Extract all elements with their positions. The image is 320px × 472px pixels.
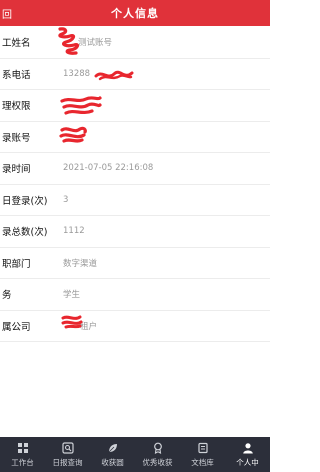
search-report-icon <box>61 441 74 454</box>
info-row-permission: 理权限 <box>0 90 270 122</box>
tab-label: 收获圆 <box>101 457 124 467</box>
back-button[interactable]: 回 <box>2 6 12 21</box>
info-row-position: 务 学生 <box>0 279 270 311</box>
tab-daily-report[interactable]: 日报查询 <box>45 437 90 472</box>
medal-icon <box>153 442 162 454</box>
top-header: 回 个人信息 <box>0 0 270 26</box>
redaction-scribble-name <box>58 27 80 55</box>
tab-harvest-circle[interactable]: 收获圆 <box>90 437 135 472</box>
profile-info-list: 工姓名 测试账号 系电话 13288 理权限 录账号 录时间 2021-07-0… <box>0 27 270 342</box>
info-value: 2021-07-05 22:16:08 <box>63 163 154 174</box>
person-icon <box>242 442 253 453</box>
info-label: 理权限 <box>2 101 31 113</box>
redaction-scribble-account <box>59 126 87 143</box>
redaction-scribble-phone <box>94 70 134 81</box>
info-value: 数字渠道 <box>63 258 98 269</box>
info-row-phone: 系电话 13288 <box>0 59 270 90</box>
info-row-login-time: 录时间 2021-07-05 22:16:08 <box>0 153 270 185</box>
info-row-name: 工姓名 测试账号 <box>0 27 270 59</box>
tab-document-library[interactable]: 文档库 <box>180 437 225 472</box>
info-label: 录时间 <box>2 164 31 176</box>
tab-label: 工作台 <box>11 457 34 467</box>
info-label: 系电话 <box>2 69 31 81</box>
tab-workbench[interactable]: 工作台 <box>0 437 45 472</box>
info-label: 日登录(次) <box>2 195 48 207</box>
info-row-total-logins: 录总数(次) 1112 <box>0 216 270 248</box>
info-value: 13288 <box>63 68 91 79</box>
folder-icon <box>197 442 208 453</box>
tab-label: 文档库 <box>191 457 214 467</box>
info-label: 录总数(次) <box>2 227 48 239</box>
info-row-company: 属公司 租户 <box>0 311 270 342</box>
redaction-scribble-company <box>61 315 83 329</box>
tab-label: 个人中 <box>236 457 259 467</box>
info-value: 1112 <box>63 226 85 237</box>
tab-label: 日报查询 <box>52 457 83 467</box>
redaction-scribble-permission <box>60 96 102 115</box>
info-row-account: 录账号 <box>0 122 270 153</box>
bottom-tab-bar: 工作台 日报查询 收获圆 优秀收获 文档库 个人中 <box>0 437 270 472</box>
tab-excellent-harvest[interactable]: 优秀收获 <box>135 437 180 472</box>
profile-page: 回 个人信息 工姓名 测试账号 系电话 13288 理权限 录账号 录时间 20… <box>0 0 270 472</box>
info-label: 务 <box>2 290 12 302</box>
grid-icon <box>17 442 28 453</box>
info-value: 学生 <box>63 290 81 301</box>
tab-label: 优秀收获 <box>142 457 173 467</box>
info-row-department: 职部门 数字渠道 <box>0 248 270 279</box>
info-label: 属公司 <box>2 321 31 333</box>
info-label: 录账号 <box>2 132 31 144</box>
tab-personal-center[interactable]: 个人中 <box>225 437 270 472</box>
leaf-icon <box>108 443 117 452</box>
info-label: 工姓名 <box>2 38 31 50</box>
page-title: 个人信息 <box>111 7 159 20</box>
info-value: 3 <box>63 194 69 205</box>
info-row-daily-logins: 日登录(次) 3 <box>0 185 270 216</box>
info-label: 职部门 <box>2 258 31 270</box>
